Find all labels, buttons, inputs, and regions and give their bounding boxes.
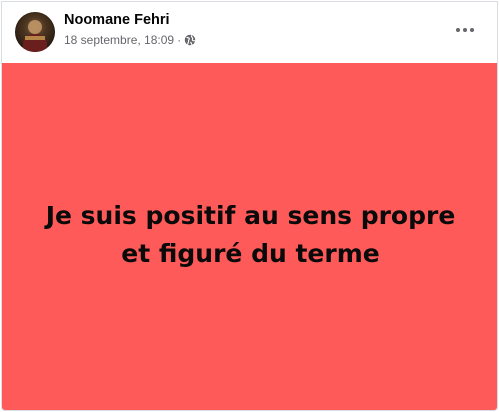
more-horizontal-icon-dot	[470, 28, 474, 32]
author-name[interactable]: Noomane Fehri	[64, 12, 170, 28]
more-options-button[interactable]	[451, 18, 479, 42]
author-avatar[interactable]	[15, 12, 55, 52]
post-text-line: Je suis positif au sens propre	[45, 201, 456, 230]
facebook-post: Noomane Fehri 18 septembre, 18:09 · Je s…	[1, 1, 498, 411]
post-header: Noomane Fehri 18 septembre, 18:09 ·	[2, 2, 497, 62]
post-text-line: et figuré du terme	[121, 239, 380, 268]
post-text: Je suis positif au sens propre et figuré…	[31, 197, 471, 273]
post-timestamp[interactable]: 18 septembre, 18:09	[64, 33, 174, 47]
avatar-face	[28, 20, 42, 34]
more-horizontal-icon-dot	[463, 28, 467, 32]
meta-separator: ·	[177, 33, 182, 47]
avatar-emblem	[25, 36, 45, 40]
post-meta: 18 septembre, 18:09 ·	[64, 33, 196, 47]
more-horizontal-icon	[456, 28, 460, 32]
post-background[interactable]: Je suis positif au sens propre et figuré…	[2, 63, 497, 410]
globe-icon[interactable]	[184, 34, 196, 46]
